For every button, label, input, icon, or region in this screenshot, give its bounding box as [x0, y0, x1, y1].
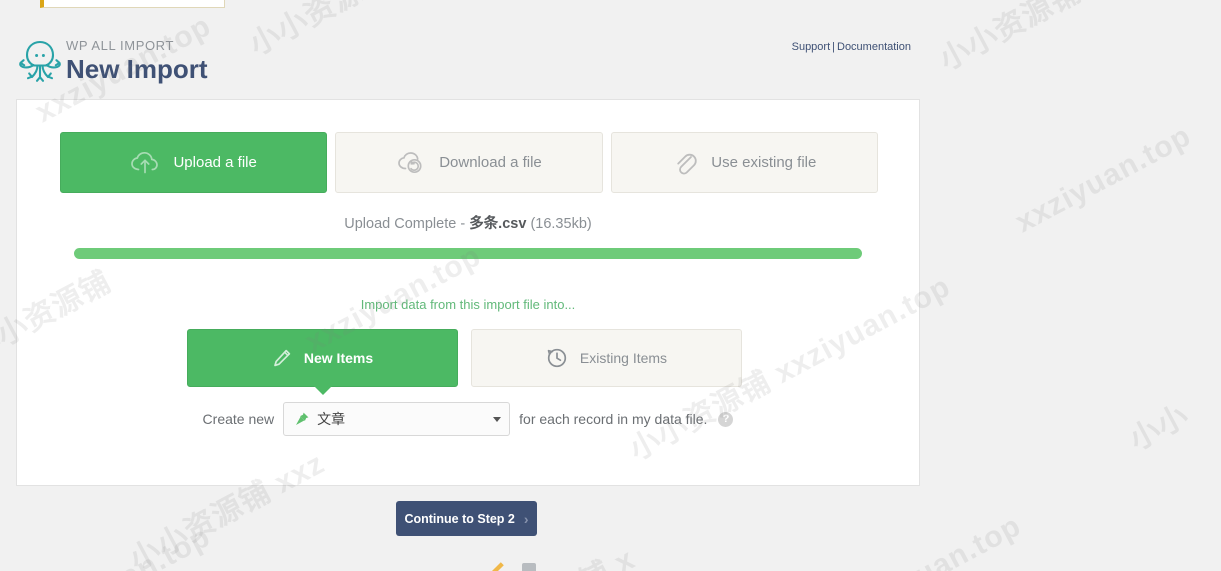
choice-new-items[interactable]: New Items: [187, 329, 458, 395]
watermark-text: xxziyuan.top: [1010, 119, 1197, 240]
pencil-icon: [272, 348, 292, 368]
choice-new-items-label: New Items: [303, 350, 374, 366]
cloud-sync-icon: [396, 151, 426, 175]
speech-bubble-icon: [520, 560, 538, 571]
import-target-label: Import data from this import file into..…: [360, 297, 576, 312]
wp-all-import-page: xxziyuan.top小小资源铺 xxziyuan.top小小资源铺 xx小小…: [0, 0, 1221, 571]
product-name: WP ALL IMPORT: [66, 38, 174, 53]
watermark-text: 小小: [1124, 398, 1195, 458]
create-new-prefix: Create new: [202, 411, 275, 427]
create-new-row: Create new 文章 for each record in my data…: [17, 402, 919, 436]
tab-use-existing-file[interactable]: Use existing file: [610, 132, 878, 193]
pencil-orange-icon: [488, 560, 506, 571]
page-title-block: WP ALL IMPORT New Import: [66, 38, 208, 84]
post-type-select[interactable]: 文章: [283, 402, 511, 436]
create-new-suffix: for each record in my data file.: [519, 411, 708, 427]
admin-notice-cutoff: [40, 0, 225, 8]
watermark-text: xxziyuan.top: [840, 509, 1027, 571]
chevron-down-icon: [493, 416, 502, 422]
upload-progress-fill: [74, 248, 862, 259]
tab-upload-a-file-label: Upload a file: [173, 154, 257, 171]
cloud-upload-icon: [130, 151, 160, 175]
chevron-right-icon: ›: [523, 510, 529, 527]
uploaded-file-name: 多条.csv: [469, 216, 527, 232]
tab-download-a-file[interactable]: Download a file: [335, 132, 603, 193]
header-help-links: Support | Documentation: [792, 41, 911, 53]
octopus-logo-icon: [16, 36, 64, 86]
continue-to-step-2-button[interactable]: Continue to Step 2 ›: [396, 501, 537, 536]
uploaded-file-size: (16.35kb): [526, 216, 592, 232]
choice-existing-items-label: Existing Items: [579, 350, 668, 366]
support-link[interactable]: Support: [792, 41, 831, 53]
footer-icons-cutoff: [488, 560, 538, 571]
post-type-value: 文章: [317, 411, 346, 427]
clock-history-icon: [546, 347, 568, 369]
watermark-text: 小小资源铺 xxziyuan.top: [0, 512, 217, 571]
choice-existing-items[interactable]: Existing Items: [471, 329, 742, 387]
import-card: Upload a file Download a file Use existi…: [16, 99, 920, 486]
question-mark-icon[interactable]: ?: [718, 411, 734, 427]
upload-progress-bar: [74, 248, 862, 259]
page-title: New Import: [66, 54, 208, 84]
tab-upload-a-file[interactable]: Upload a file: [60, 132, 328, 193]
tab-download-a-file-label: Download a file: [439, 154, 542, 171]
pushpin-icon: [294, 411, 310, 427]
upload-status-prefix: Upload Complete -: [344, 216, 470, 232]
documentation-link[interactable]: Documentation: [837, 41, 911, 53]
page-header: WP ALL IMPORT New Import Support | Documen…: [0, 30, 1221, 92]
tab-use-existing-file-label: Use existing file: [711, 154, 817, 171]
upload-status: Upload Complete - 多条.csv (16.35kb): [17, 212, 919, 233]
paperclip-icon: [672, 150, 698, 176]
links-separator: |: [832, 41, 835, 53]
continue-button-label: Continue to Step 2: [404, 511, 515, 526]
file-source-tabs: Upload a file Download a file Use existi…: [60, 132, 878, 193]
import-target-choices: New Items Existing Items: [187, 329, 742, 395]
